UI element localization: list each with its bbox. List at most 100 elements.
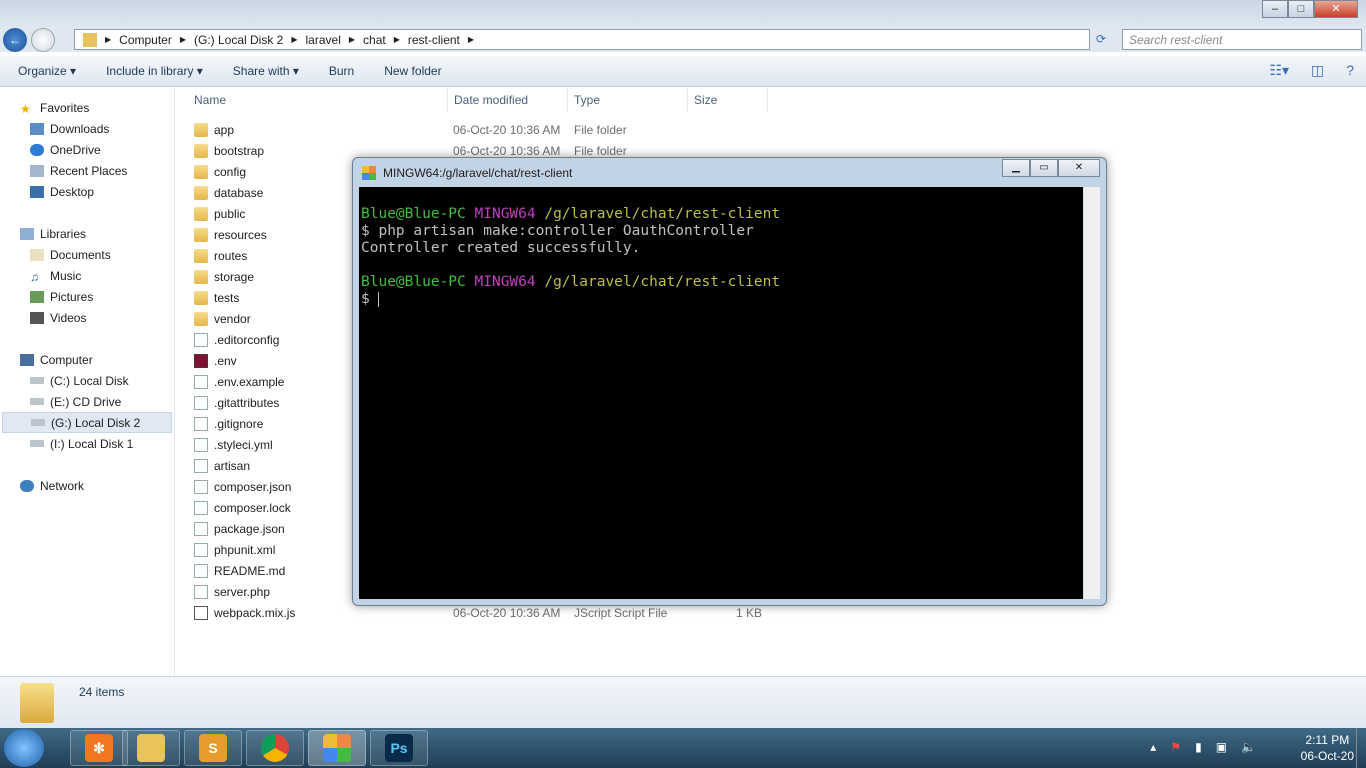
address-bar[interactable]: ▶ Computer ▶ (G:) Local Disk 2 ▶ laravel ▶ … [74, 29, 1090, 50]
terminal-close-button[interactable]: ✕ [1058, 159, 1100, 177]
sidebar-libraries[interactable]: Libraries [20, 223, 170, 244]
battery-icon[interactable]: ▮ [1195, 740, 1202, 754]
breadcrumb-rest-client[interactable]: rest-client [408, 33, 460, 47]
prompt-user: Blue@Blue-PC [361, 206, 466, 222]
maximize-button[interactable]: □ [1288, 0, 1314, 18]
libraries-icon [20, 227, 34, 240]
prompt-path: /g/laravel/chat/rest-client [544, 206, 781, 222]
share-with-button[interactable]: Share with ▾ [233, 64, 299, 78]
breadcrumb-chat[interactable]: chat [363, 33, 386, 47]
clock-date: 06-Oct-20 [1300, 749, 1354, 763]
terminal-maximize-button[interactable]: ▭ [1030, 159, 1058, 177]
folder-icon [20, 683, 54, 723]
column-header-name[interactable]: Name [188, 88, 448, 112]
videos-icon [30, 311, 44, 324]
sidebar-favorites[interactable]: ★ Favorites [20, 97, 170, 118]
navigation-bar: ← ▶ Computer ▶ (G:) Local Disk 2 ▶ laravel… [0, 28, 1366, 52]
documents-icon [30, 248, 44, 261]
drive-icon [31, 419, 45, 426]
terminal-screen[interactable]: Blue@Blue-PC MINGW64 /g/laravel/chat/res… [359, 187, 1083, 599]
folder-icon [194, 185, 208, 200]
refresh-icon[interactable]: ⟳ [1096, 32, 1106, 46]
sidebar-item-music[interactable]: ♫ Music [30, 265, 180, 286]
sidebar-network[interactable]: Network [20, 475, 170, 496]
file-name: webpack.mix.js [214, 605, 296, 620]
label: (C:) Local Disk [50, 373, 129, 388]
new-folder-button[interactable]: New folder [384, 64, 441, 78]
start-button[interactable] [4, 729, 44, 767]
sidebar-item-desktop[interactable]: Desktop [30, 181, 180, 202]
label: Computer [40, 352, 93, 367]
breadcrumb-computer[interactable]: Computer [119, 33, 172, 47]
sidebar-item-downloads[interactable]: Downloads [30, 118, 180, 139]
file-type: File folder [574, 143, 627, 158]
terminal-window[interactable]: MINGW64:/g/laravel/chat/rest-client ▁ ▭ ✕ … [352, 157, 1107, 606]
burn-button[interactable]: Burn [329, 64, 354, 78]
sidebar-item-drive-e[interactable]: (E:) CD Drive [30, 391, 180, 412]
forward-button[interactable] [31, 28, 55, 52]
env-file-icon [194, 353, 208, 368]
sidebar-computer[interactable]: Computer [20, 349, 170, 370]
drive-icon [30, 440, 44, 447]
volume-icon[interactable]: 🔈 [1241, 740, 1256, 754]
terminal-minimize-button[interactable]: ▁ [1002, 159, 1030, 177]
file-row[interactable]: app 06-Oct-20 10:36 AM File folder [194, 119, 794, 140]
taskbar-explorer[interactable] [122, 730, 180, 766]
prompt-path: /g/laravel/chat/rest-client [544, 274, 781, 290]
minimize-button[interactable]: – [1262, 0, 1288, 18]
file-icon [194, 458, 208, 473]
organize-button[interactable]: Organize ▾ [18, 64, 76, 78]
show-hidden-icons-icon[interactable]: ▴ [1150, 740, 1156, 754]
sidebar-item-drive-i[interactable]: (I:) Local Disk 1 [30, 433, 180, 454]
taskbar-xampp[interactable]: ✻ [70, 730, 128, 766]
prompt-user: Blue@Blue-PC [361, 274, 466, 290]
clock[interactable]: 2:11 PM 06-Oct-20 [1301, 732, 1354, 764]
close-button[interactable]: ✕ [1314, 0, 1358, 18]
action-center-flag-icon[interactable]: ⚑ [1170, 740, 1181, 754]
item-count: 24 items [79, 685, 125, 699]
file-icon [194, 395, 208, 410]
label: Libraries [40, 226, 87, 241]
network-icon[interactable]: ▣ [1216, 740, 1227, 754]
file-icon [194, 479, 208, 494]
taskbar: ✻ S Ps ▴ ⚑ ▮ ▣ 🔈 2:11 PM 06-Oct-20 [0, 728, 1366, 768]
sidebar-item-pictures[interactable]: Pictures [30, 286, 180, 307]
view-options-icon[interactable]: ☷▾ [1269, 62, 1289, 79]
taskbar-git-bash[interactable] [308, 730, 366, 766]
search-input[interactable]: Search rest-client [1122, 29, 1362, 50]
file-type: JScript Script File [574, 605, 668, 620]
include-in-library-button[interactable]: Include in library ▾ [106, 64, 203, 78]
sidebar-item-videos[interactable]: Videos [30, 307, 180, 328]
breadcrumb-drive[interactable]: (G:) Local Disk 2 [194, 33, 283, 47]
taskbar-sublime[interactable]: S [184, 730, 242, 766]
label: OneDrive [50, 142, 101, 157]
help-icon[interactable]: ? [1346, 62, 1354, 79]
file-icon [194, 437, 208, 452]
sidebar-item-recent-places[interactable]: Recent Places [30, 160, 180, 181]
taskbar-photoshop[interactable]: Ps [370, 730, 428, 766]
sidebar-item-documents[interactable]: Documents [30, 244, 180, 265]
sidebar-item-drive-g[interactable]: (G:) Local Disk 2 [2, 412, 172, 433]
terminal-title: MINGW64:/g/laravel/chat/rest-client [383, 166, 573, 180]
taskbar-chrome[interactable] [246, 730, 304, 766]
file-name: app [214, 122, 235, 137]
show-desktop-button[interactable] [1356, 728, 1366, 768]
column-header-size[interactable]: Size [688, 88, 768, 112]
column-header-type[interactable]: Type [568, 88, 688, 112]
terminal-scrollbar[interactable] [1083, 187, 1100, 599]
sidebar-item-onedrive[interactable]: OneDrive [30, 139, 180, 160]
label: Pictures [50, 289, 94, 304]
window-titlebar: – □ ✕ [0, 0, 1366, 28]
folder-icon [194, 290, 208, 305]
breadcrumb-laravel[interactable]: laravel [306, 33, 341, 47]
label: Recent Places [50, 163, 128, 178]
sidebar-item-drive-c[interactable]: (C:) Local Disk [30, 370, 180, 391]
chevron-right-icon: ▶ [105, 35, 112, 44]
file-icon [194, 542, 208, 557]
back-button[interactable]: ← [3, 28, 27, 52]
music-icon: ♫ [30, 269, 39, 284]
column-header-date[interactable]: Date modified [448, 88, 568, 112]
preview-pane-icon[interactable]: ◫ [1311, 62, 1324, 79]
file-type: File folder [574, 122, 627, 137]
file-icon [194, 521, 208, 536]
